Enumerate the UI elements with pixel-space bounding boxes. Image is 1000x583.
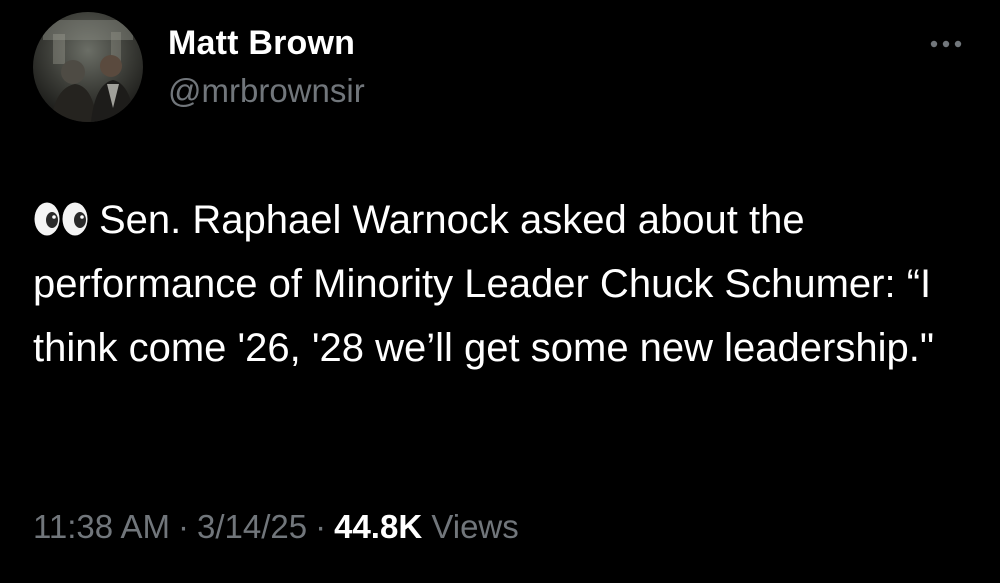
more-horizontal-icon	[930, 40, 962, 48]
meta-separator: ·	[315, 508, 327, 545]
author-display-name[interactable]: Matt Brown	[168, 24, 355, 63]
avatar-photo	[33, 12, 143, 122]
tweet-time[interactable]: 11:38 AM	[33, 508, 170, 545]
eyes-icon	[33, 201, 91, 237]
more-options-button[interactable]	[922, 30, 970, 60]
author-handle[interactable]: @mrbrownsir	[168, 72, 365, 110]
tweet-date[interactable]: 3/14/25	[197, 508, 307, 545]
views-count[interactable]: 44.8K	[334, 508, 422, 545]
avatar[interactable]	[33, 12, 143, 122]
tweet-body-text: Sen. Raphael Warnock asked about the per…	[33, 198, 935, 370]
meta-separator: ·	[177, 508, 189, 545]
views-label: Views	[431, 508, 519, 545]
tweet-metadata: 11:38 AM · 3/14/25 · 44.8K Views	[33, 508, 519, 546]
tweet-text: Sen. Raphael Warnock asked about the per…	[33, 188, 973, 380]
